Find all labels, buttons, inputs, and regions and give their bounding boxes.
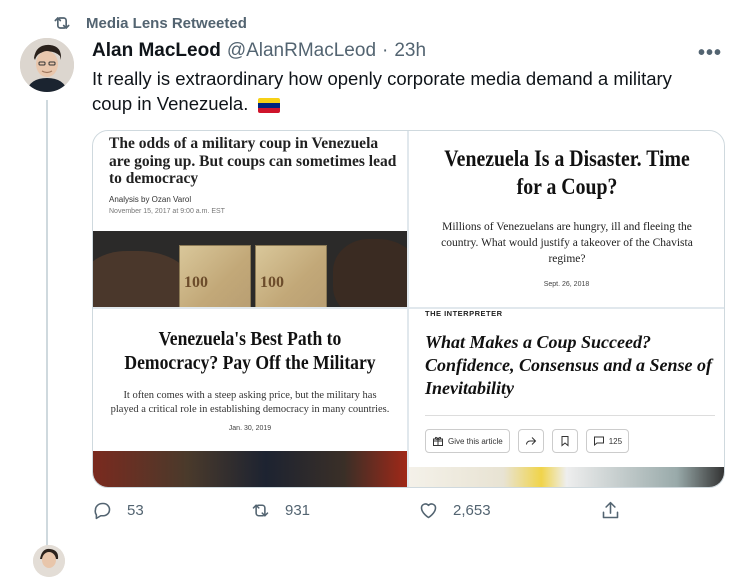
- banknotes-photo: 100 100: [93, 231, 407, 307]
- gift-article-label: Give this article: [448, 436, 503, 446]
- banknote-value: 100: [184, 274, 208, 291]
- comment-icon: [593, 436, 604, 447]
- article-dek: It often comes with a steep asking price…: [110, 390, 390, 415]
- article-photo: [409, 467, 724, 487]
- article-date: Sept. 26, 2018: [543, 281, 590, 288]
- tweet-text: It really is extraordinary how openly co…: [92, 66, 712, 116]
- article-headline: Venezuela's Best Path to Democracy? Pay …: [124, 328, 376, 374]
- header-separator: ·: [382, 40, 389, 61]
- tweet-timestamp[interactable]: 23h: [394, 40, 426, 62]
- article-headline: The odds of a military coup in Venezuela…: [109, 135, 397, 187]
- banknote-value: 100: [260, 274, 284, 291]
- media-image-1[interactable]: The odds of a military coup in Venezuela…: [93, 131, 407, 307]
- reply-avatar[interactable]: [33, 545, 65, 577]
- article-actions: Give this article 125: [425, 429, 630, 453]
- banknote: 100: [179, 245, 251, 307]
- reply-avatar-image: [33, 545, 65, 577]
- tweet-actions: 53 931 2,653: [92, 500, 632, 530]
- article-byline: Analysis by Ozan Varol: [109, 195, 192, 204]
- tweet-body: It really is extraordinary how openly co…: [92, 68, 672, 114]
- like-icon: [420, 503, 437, 519]
- share-article-button: [517, 429, 544, 453]
- venezuela-flag-icon: [257, 97, 280, 113]
- author-name[interactable]: Alan MacLeod: [92, 40, 221, 62]
- author-handle[interactable]: @AlanRMacLeod: [227, 40, 376, 62]
- article-headline: What Makes a Coup Succeed? Confidence, C…: [425, 332, 713, 398]
- media-image-4[interactable]: THE INTERPRETER What Makes a Coup Succee…: [409, 309, 724, 487]
- like-button[interactable]: 2,653: [418, 500, 491, 521]
- share-button[interactable]: [600, 500, 621, 521]
- share-arrow-icon: [525, 437, 536, 445]
- comments-button: 125: [585, 429, 630, 453]
- share-icon: [602, 501, 619, 519]
- author-avatar[interactable]: [20, 38, 74, 92]
- reply-count: 53: [127, 502, 144, 519]
- article-headline: Venezuela Is a Disaster. Time for a Coup…: [444, 146, 690, 199]
- article-kicker: THE INTERPRETER: [425, 309, 503, 318]
- retweet-context[interactable]: Media Lens Retweeted: [52, 12, 247, 34]
- more-icon[interactable]: •••: [698, 42, 722, 65]
- avatar-image: [20, 38, 74, 92]
- gift-article-button: Give this article: [425, 429, 510, 453]
- media-image-2[interactable]: Venezuela Is a Disaster. Time for a Coup…: [409, 131, 724, 307]
- media-grid[interactable]: The odds of a military coup in Venezuela…: [92, 130, 725, 488]
- article-date: November 15, 2017 at 9:00 a.m. EST: [109, 208, 225, 215]
- retweet-context-label: Media Lens Retweeted: [86, 14, 247, 32]
- retweet-button[interactable]: 931: [250, 500, 310, 521]
- like-count: 2,653: [453, 502, 491, 519]
- retweet-icon: [252, 504, 269, 517]
- save-article-button: [551, 429, 578, 453]
- article-dek: Millions of Venezuelans are hungry, ill …: [441, 221, 693, 265]
- media-image-3[interactable]: Venezuela's Best Path to Democracy? Pay …: [93, 309, 407, 487]
- tweet-header: Alan MacLeod @AlanRMacLeod · 23h: [92, 40, 426, 62]
- banknote: 100: [255, 245, 327, 307]
- comments-count: 125: [608, 436, 623, 446]
- retweet-count: 931: [285, 502, 311, 519]
- article-date: Jan. 30, 2019: [228, 425, 272, 432]
- reply-icon: [94, 502, 111, 520]
- divider: [425, 415, 715, 416]
- military-photo: [93, 451, 407, 487]
- thread-line: [46, 100, 48, 550]
- bookmark-icon: [561, 436, 569, 447]
- gift-icon: [433, 436, 443, 446]
- retweet-icon: [54, 17, 70, 29]
- reply-button[interactable]: 53: [92, 500, 144, 521]
